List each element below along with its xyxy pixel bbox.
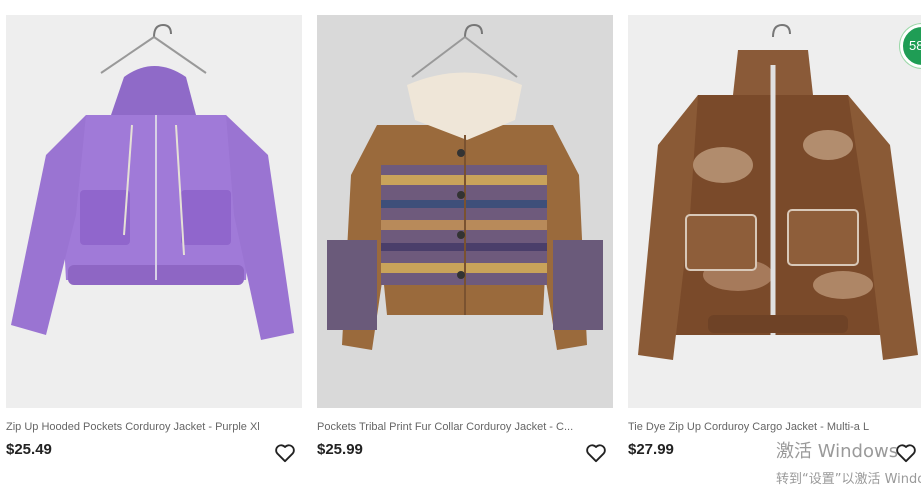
heart-icon[interactable]	[585, 443, 607, 463]
heart-icon[interactable]	[895, 443, 917, 463]
product-image[interactable]	[317, 15, 613, 408]
product-card[interactable]: Tie Dye Zip Up Corduroy Cargo Jacket - M…	[628, 15, 921, 485]
product-grid: Zip Up Hooded Pockets Corduroy Jacket - …	[0, 0, 921, 489]
product-price: $27.99	[628, 441, 674, 458]
product-image[interactable]	[6, 15, 302, 408]
product-image[interactable]	[628, 15, 921, 408]
product-card[interactable]: Zip Up Hooded Pockets Corduroy Jacket - …	[6, 15, 302, 485]
product-price: $25.49	[6, 441, 52, 458]
product-title[interactable]: Pockets Tribal Print Fur Collar Corduroy…	[317, 421, 597, 433]
product-title[interactable]: Tie Dye Zip Up Corduroy Cargo Jacket - M…	[628, 421, 908, 433]
product-title[interactable]: Zip Up Hooded Pockets Corduroy Jacket - …	[6, 421, 286, 433]
product-price: $25.99	[317, 441, 363, 458]
heart-icon[interactable]	[274, 443, 296, 463]
product-card[interactable]: Pockets Tribal Print Fur Collar Corduroy…	[317, 15, 613, 485]
